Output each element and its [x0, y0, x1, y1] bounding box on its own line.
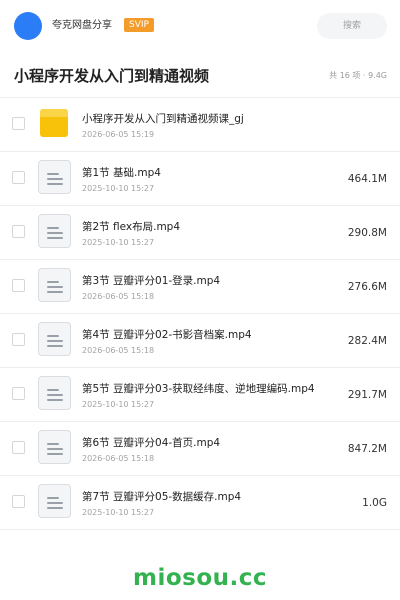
row-checkbox[interactable]	[12, 279, 25, 292]
file-date: 2026-06-05 15:18	[82, 346, 155, 355]
file-name: 第1节 基础.mp4	[82, 167, 161, 179]
user-name: 夸克网盘分享	[52, 20, 112, 31]
row-checkbox[interactable]	[12, 117, 25, 130]
folder-icon	[38, 106, 71, 140]
file-row[interactable]: 第3节 豆瓣评分01-登录.mp4 2026-06-05 15:18 276.6…	[0, 260, 400, 314]
file-name: 第5节 豆瓣评分03-获取经纬度、逆地理编码.mp4	[82, 383, 315, 395]
row-checkbox[interactable]	[12, 171, 25, 184]
row-checkbox[interactable]	[12, 495, 25, 508]
file-size: 291.7M	[347, 389, 387, 401]
file-name: 小程序开发从入门到精通视频课_gj	[82, 113, 244, 125]
file-name: 第2节 flex布局.mp4	[82, 221, 181, 233]
file-list: 小程序开发从入门到精通视频课_gj 2026-06-05 15:19 第1节 基…	[0, 98, 400, 530]
file-name: 第4节 豆瓣评分02-书影音档案.mp4	[82, 329, 252, 341]
file-size: 282.4M	[347, 335, 387, 347]
file-date: 2025-10-10 15:27	[82, 238, 155, 247]
app-header: 夸克网盘分享 SVIP	[0, 0, 400, 52]
file-date: 2026-06-05 15:18	[82, 292, 155, 301]
row-checkbox[interactable]	[12, 333, 25, 346]
page-title: 小程序开发从入门到精通视频	[14, 67, 210, 85]
file-date: 2025-10-10 15:27	[82, 184, 155, 193]
file-date: 2026-06-05 15:18	[82, 454, 155, 463]
video-file-icon	[38, 484, 71, 518]
file-row[interactable]: 第7节 豆瓣评分05-数据缓存.mp4 2025-10-10 15:27 1.0…	[0, 476, 400, 530]
folder-title-bar: 小程序开发从入门到精通视频 共 16 项 · 9.4G	[0, 52, 400, 98]
file-size: 1.0G	[362, 497, 387, 509]
file-date: 2025-10-10 15:27	[82, 400, 155, 409]
file-row[interactable]: 第1节 基础.mp4 2025-10-10 15:27 464.1M	[0, 152, 400, 206]
video-file-icon	[38, 322, 71, 356]
row-checkbox[interactable]	[12, 225, 25, 238]
file-row[interactable]: 第2节 flex布局.mp4 2025-10-10 15:27 290.8M	[0, 206, 400, 260]
avatar[interactable]	[14, 12, 42, 40]
file-name: 第3节 豆瓣评分01-登录.mp4	[82, 275, 221, 287]
file-row[interactable]: 第6节 豆瓣评分04-首页.mp4 2026-06-05 15:18 847.2…	[0, 422, 400, 476]
svip-badge: SVIP	[124, 18, 154, 32]
search-input[interactable]	[317, 13, 387, 39]
video-file-icon	[38, 268, 71, 302]
video-file-icon	[38, 214, 71, 248]
file-size: 276.6M	[347, 281, 387, 293]
item-count-size: 共 16 项 · 9.4G	[329, 71, 387, 80]
file-date: 2025-10-10 15:27	[82, 508, 155, 517]
file-name: 第7节 豆瓣评分05-数据缓存.mp4	[82, 491, 242, 503]
file-row[interactable]: 第5节 豆瓣评分03-获取经纬度、逆地理编码.mp4 2025-10-10 15…	[0, 368, 400, 422]
row-checkbox[interactable]	[12, 441, 25, 454]
folder-row[interactable]: 小程序开发从入门到精通视频课_gj 2026-06-05 15:19	[0, 98, 400, 152]
file-size: 290.8M	[347, 227, 387, 239]
file-size: 464.1M	[347, 173, 387, 185]
file-row[interactable]: 第4节 豆瓣评分02-书影音档案.mp4 2026-06-05 15:18 28…	[0, 314, 400, 368]
file-date: 2026-06-05 15:19	[82, 130, 155, 139]
video-file-icon	[38, 430, 71, 464]
file-name: 第6节 豆瓣评分04-首页.mp4	[82, 437, 221, 449]
video-file-icon	[38, 160, 71, 194]
video-file-icon	[38, 376, 71, 410]
file-size: 847.2M	[347, 443, 387, 455]
watermark: miosou.cc	[132, 565, 268, 591]
row-checkbox[interactable]	[12, 387, 25, 400]
